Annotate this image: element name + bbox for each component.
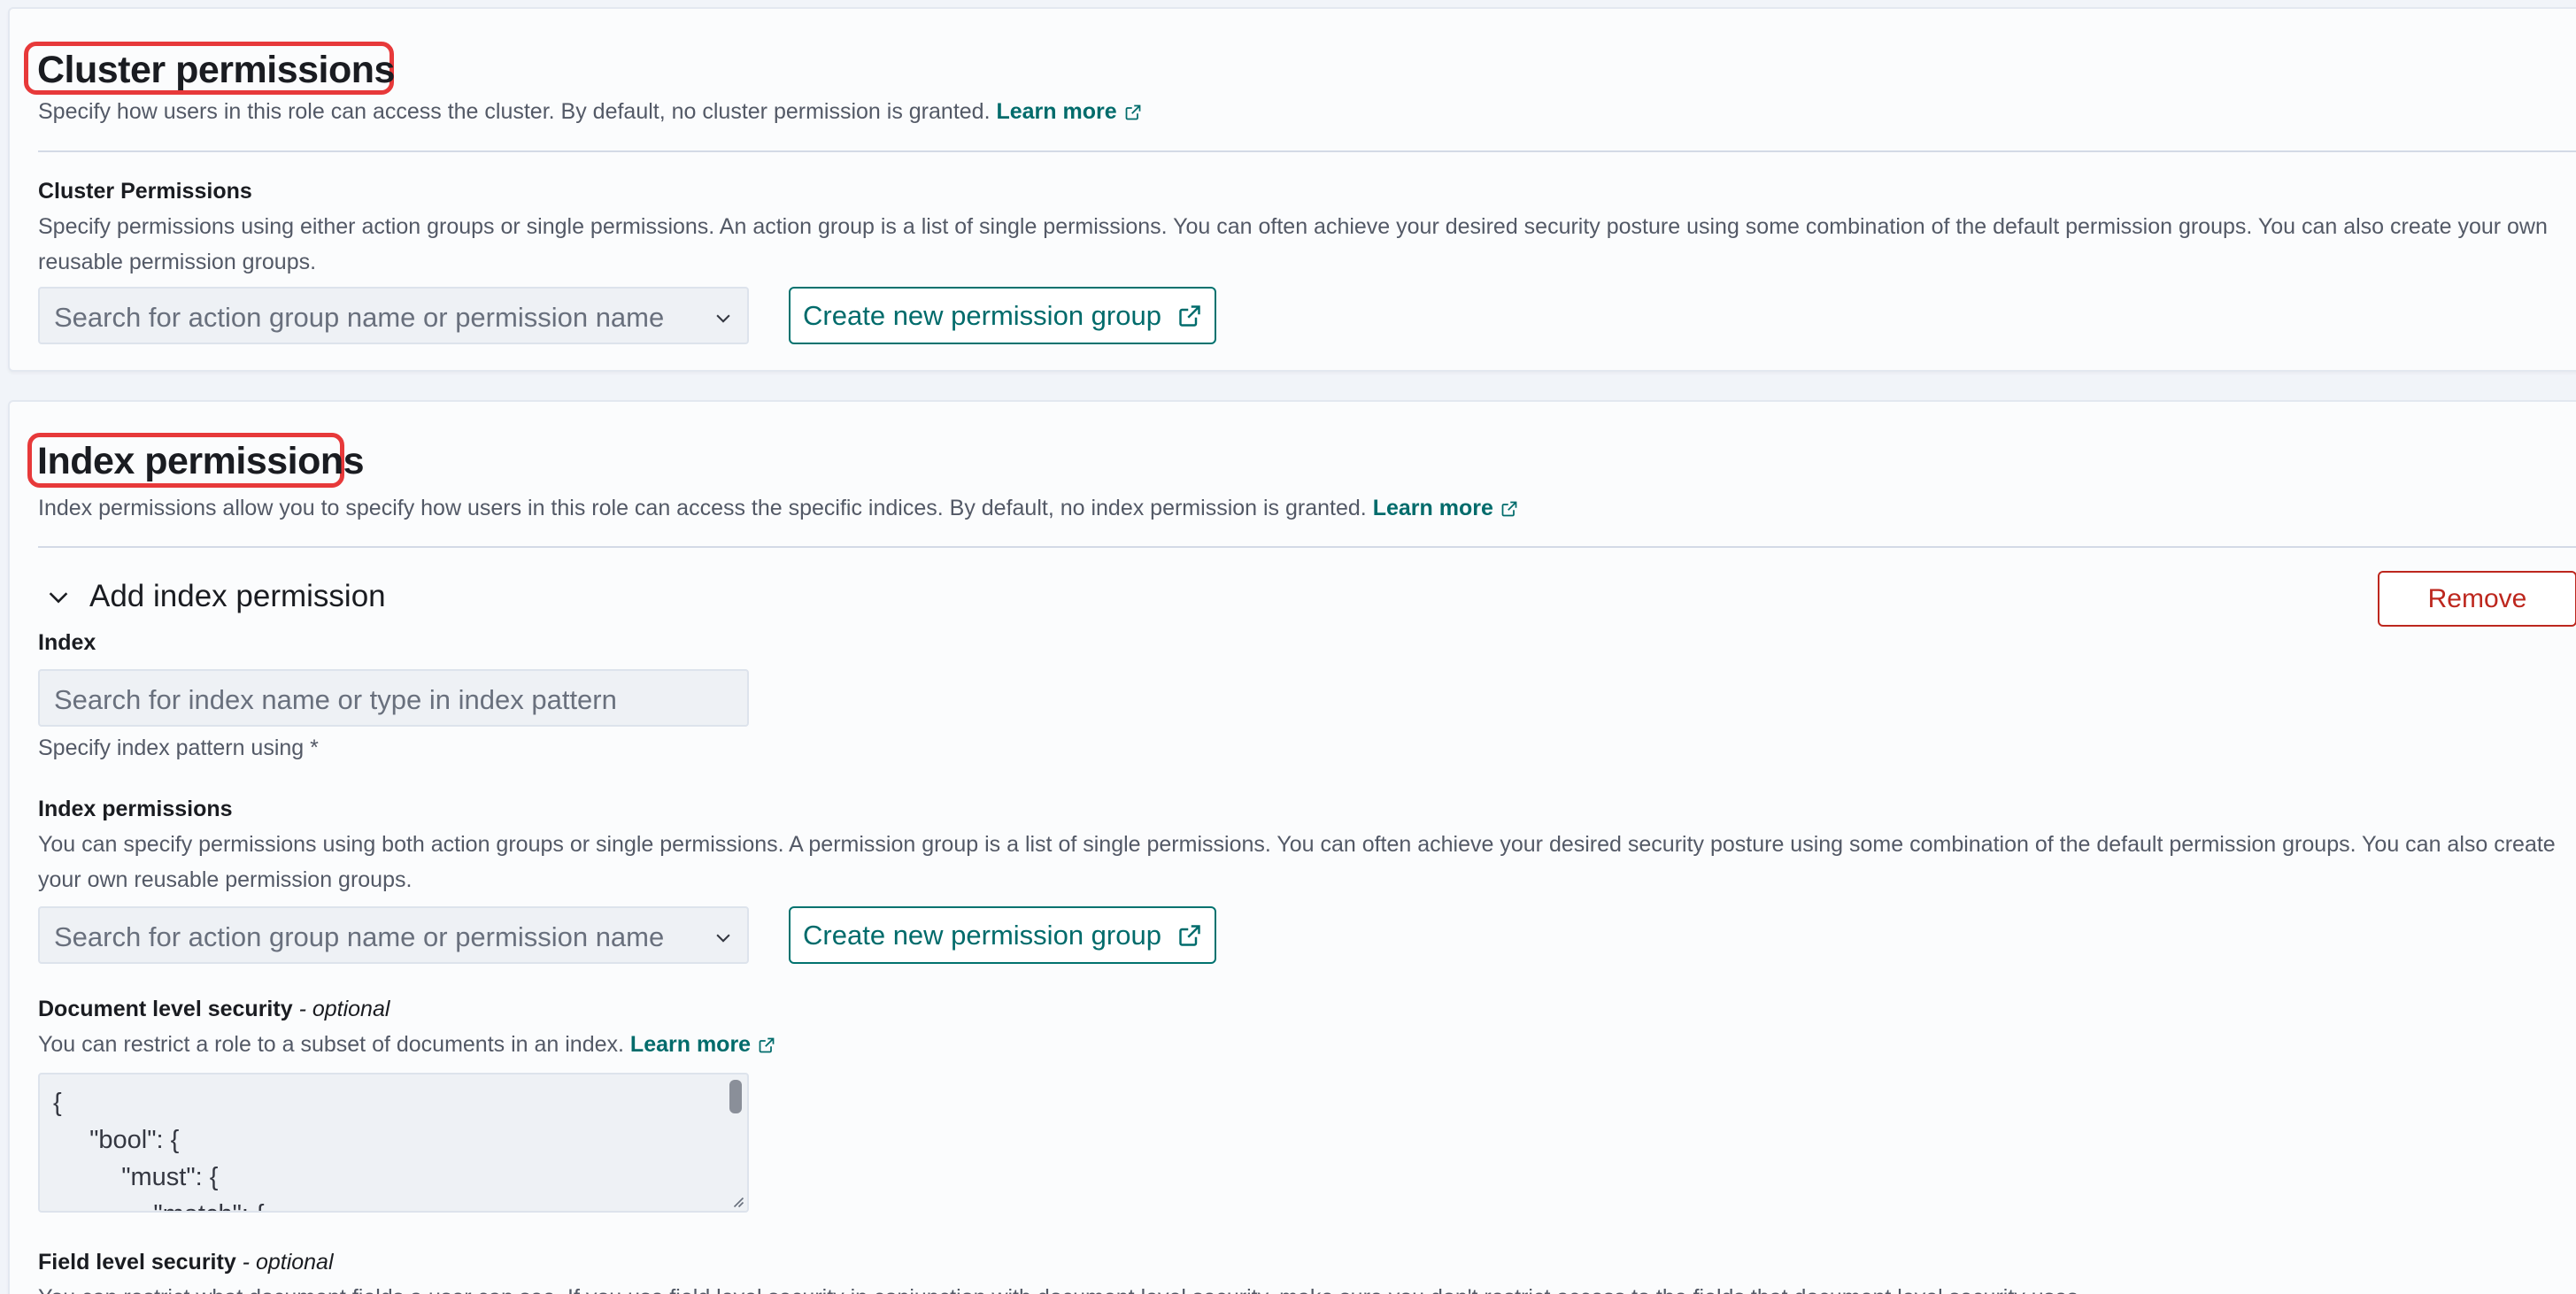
- cluster-description: Specify how users in this role can acces…: [38, 97, 1142, 127]
- add-index-permission-accordion[interactable]: Add index permission: [45, 579, 386, 614]
- code-line: "match": {: [111, 1200, 264, 1211]
- fls-label-text: Field level security: [38, 1250, 236, 1275]
- index-description-text: Index permissions allow you to specify h…: [38, 496, 1367, 520]
- index-perm-search-placeholder: Search for action group name or permissi…: [54, 921, 665, 952]
- cluster-search-placeholder: Search for action group name or permissi…: [54, 302, 665, 333]
- cluster-permission-search[interactable]: Search for action group name or permissi…: [38, 287, 749, 344]
- code-line: "bool": {: [75, 1126, 180, 1154]
- dls-optional: - optional: [298, 997, 390, 1021]
- remove-button[interactable]: Remove: [2378, 571, 2576, 627]
- index-field-label: Index: [38, 630, 96, 655]
- remove-button-label: Remove: [2427, 583, 2527, 613]
- index-learn-more-link[interactable]: Learn more: [1373, 496, 1518, 520]
- index-permissions-panel: Index permissions Index permissions allo…: [8, 400, 2576, 1294]
- cluster-field-label: Cluster Permissions: [38, 179, 252, 204]
- index-permissions-help: You can specify permissions using both a…: [38, 832, 2556, 892]
- index-description: Index permissions allow you to specify h…: [38, 494, 1518, 523]
- index-permissions-title: Index permissions: [37, 440, 365, 482]
- index-create-button-label: Create new permission group: [803, 919, 1161, 951]
- index-create-permission-group-button[interactable]: Create new permission group: [789, 906, 1216, 964]
- code-line: {: [53, 1089, 62, 1117]
- cluster-create-button-label: Create new permission group: [803, 299, 1161, 331]
- external-link-icon: [1179, 304, 1200, 327]
- fls-optional: - optional: [242, 1250, 334, 1275]
- code-line: "must": {: [93, 1163, 219, 1191]
- chevron-down-icon: [716, 934, 730, 943]
- dls-help-text: You can restrict a role to a subset of d…: [38, 1032, 624, 1057]
- dls-help: You can restrict a role to a subset of d…: [38, 1032, 775, 1058]
- index-divider: [38, 546, 2576, 548]
- external-link-icon: [759, 1038, 775, 1053]
- cluster-field-help: Specify permissions using either action …: [38, 214, 2548, 274]
- chevron-down-icon: [716, 314, 730, 323]
- scrollbar-thumb[interactable]: [729, 1080, 742, 1113]
- resize-handle-icon[interactable]: [728, 1191, 745, 1209]
- index-search-placeholder: Search for index name or type in index p…: [54, 684, 617, 715]
- dls-learn-more-link[interactable]: Learn more: [630, 1032, 775, 1057]
- dls-query-editor[interactable]: { "bool": { "must": { "match": {: [38, 1073, 749, 1213]
- index-permission-search[interactable]: Search for action group name or permissi…: [38, 906, 749, 964]
- accordion-title: Add index permission: [89, 579, 386, 613]
- cluster-description-text: Specify how users in this role can acces…: [38, 99, 991, 124]
- external-link-icon: [1125, 105, 1141, 120]
- cluster-permissions-panel: Cluster permissions Specify how users in…: [8, 7, 2576, 372]
- cluster-create-permission-group-button[interactable]: Create new permission group: [789, 287, 1216, 344]
- external-link-icon: [1501, 502, 1517, 517]
- fls-help: You can restrict what document fields a …: [38, 1285, 2084, 1294]
- cluster-permissions-title: Cluster permissions: [37, 49, 395, 91]
- chevron-down-icon: [49, 592, 68, 604]
- index-name-search[interactable]: Search for index name or type in index p…: [38, 669, 749, 727]
- cluster-divider: [38, 150, 2576, 152]
- cluster-learn-more-link[interactable]: Learn more: [996, 99, 1141, 124]
- dls-label-text: Document level security: [38, 997, 293, 1021]
- dls-label: Document level security - optional: [38, 997, 389, 1022]
- fls-label: Field level security - optional: [38, 1250, 334, 1275]
- index-pattern-help: Specify index pattern using *: [38, 736, 319, 760]
- index-permissions-field-label: Index permissions: [38, 797, 233, 821]
- external-link-icon: [1179, 924, 1200, 946]
